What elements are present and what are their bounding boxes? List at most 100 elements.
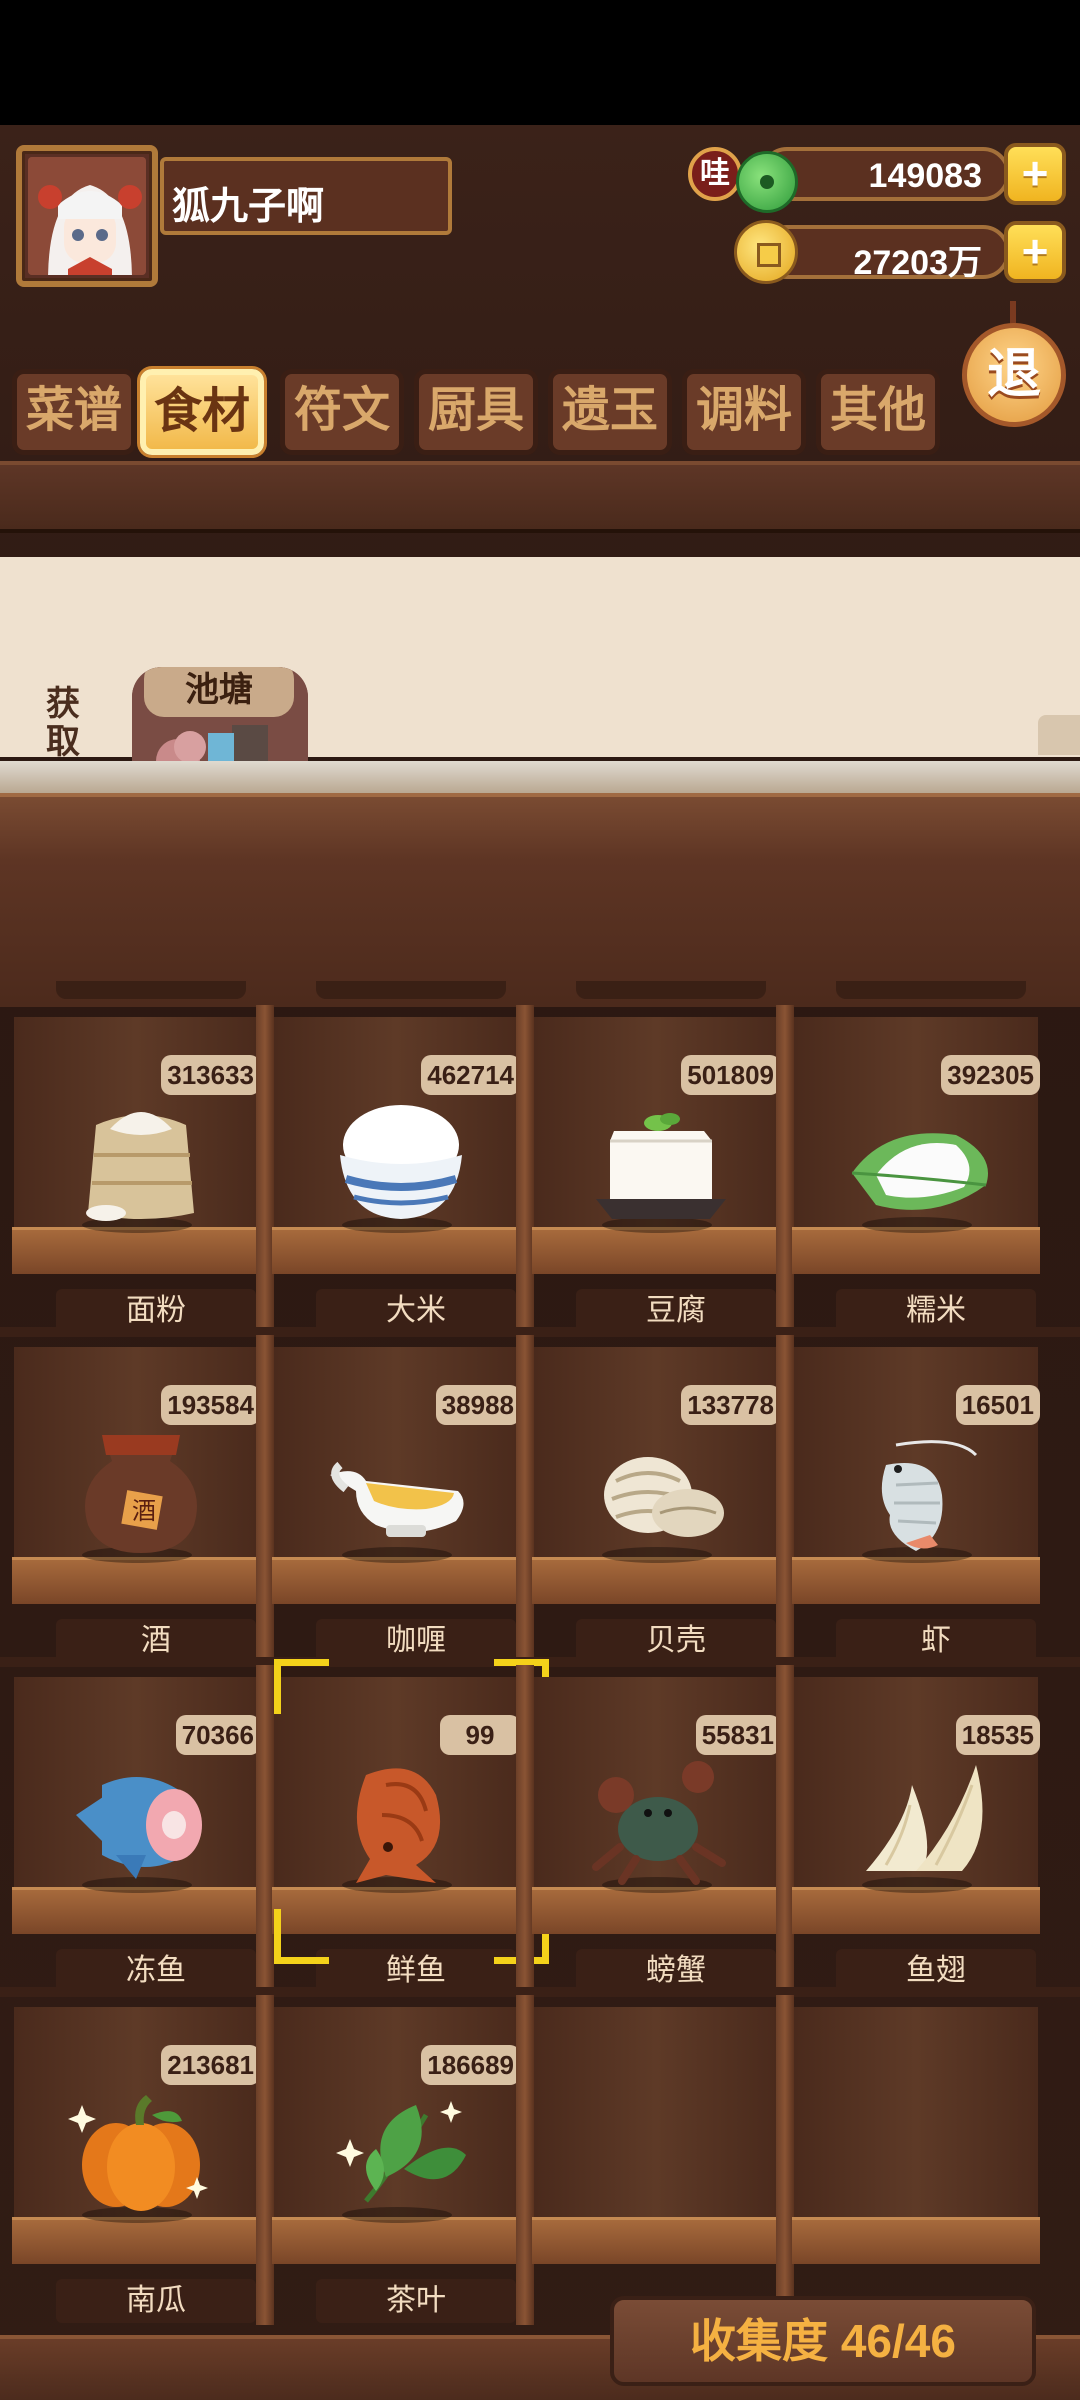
gold-amount: 27203万	[853, 244, 982, 282]
shelf-post	[256, 1335, 274, 1665]
cell-shelf	[12, 1887, 260, 1934]
cell-shelf	[272, 1227, 520, 1274]
cell-shelf	[532, 1887, 780, 1934]
empty-cell	[776, 1995, 1046, 2325]
item-name: 茶叶	[316, 2279, 516, 2323]
curry-gravy-boat-icon	[330, 1461, 464, 1537]
cell-shelf	[12, 1557, 260, 1604]
rice-bowl-icon	[340, 1105, 462, 1219]
jade-currency-bar: 149083	[760, 147, 1010, 201]
ingredient-cell-frozen-fish[interactable]: 70366 冻鱼	[6, 1665, 266, 1995]
tab-other[interactable]: 其他	[816, 369, 940, 455]
cell-back	[794, 2007, 1038, 2247]
jade-coin-icon	[736, 151, 798, 213]
previous-row-labels	[0, 981, 1080, 1001]
tofu-icon	[596, 1113, 726, 1219]
item-name: 南瓜	[56, 2279, 256, 2323]
scroll-curl-decoration	[1038, 715, 1080, 755]
cell-shelf	[532, 1557, 780, 1604]
cell-shelf	[792, 1557, 1040, 1604]
ingredient-cell-sticky-rice[interactable]: 392305 糯米	[776, 1005, 1046, 1335]
ingredient-cell-shark-fin[interactable]: 18535 鱼翅	[776, 1665, 1046, 1995]
svg-text:酒: 酒	[132, 1497, 156, 1525]
wine-jar-icon: 酒	[85, 1435, 197, 1553]
shelf-band	[0, 761, 1080, 795]
item-count: 501809	[681, 1055, 780, 1095]
cell-shelf	[272, 2217, 520, 2264]
cell-shelf	[792, 1227, 1040, 1274]
top-shelf-board	[0, 461, 1080, 533]
shelf-post	[516, 1995, 534, 2325]
crab-icon	[592, 1761, 726, 1885]
shelf-post	[776, 1995, 794, 2325]
source-card-title: 池塘	[144, 667, 294, 717]
item-count: 462714	[421, 1055, 520, 1095]
shelf-post	[776, 1335, 794, 1665]
ghost-label	[836, 981, 1026, 999]
ingredient-cell-fresh-fish[interactable]: 99 鲜鱼	[256, 1659, 549, 1995]
shark-fin-icon	[866, 1765, 983, 1871]
empty-cell	[516, 1995, 786, 2325]
shelf-post	[256, 1665, 274, 1995]
avatar-character-icon	[28, 157, 146, 275]
tab-seasoning[interactable]: 调料	[682, 369, 806, 455]
pumpkin-icon	[68, 2095, 208, 2211]
item-count: 193584	[161, 1385, 260, 1425]
status-bar	[0, 0, 1080, 125]
item-count: 70366	[175, 1715, 260, 1755]
tea-leaf-icon	[336, 2101, 466, 2203]
shelf-post	[776, 1005, 794, 1335]
item-count: 313633	[161, 1055, 260, 1095]
shelf-post	[516, 1005, 534, 1335]
item-count: 18535	[955, 1715, 1040, 1755]
ingredient-cell-tea-leaf[interactable]: 186689 茶叶	[256, 1995, 526, 2325]
shell-icon	[604, 1457, 724, 1537]
ingredient-cell-wine[interactable]: 酒 193584 酒	[6, 1335, 266, 1665]
cell-shelf	[792, 1887, 1040, 1934]
gold-coin-icon	[734, 220, 798, 284]
cell-shelf	[532, 1227, 780, 1274]
shelf-post	[516, 1665, 534, 1995]
jade-amount: 149083	[868, 157, 982, 195]
cell-shelf	[272, 1557, 520, 1604]
ingredient-cell-crab[interactable]: 55831 螃蟹	[516, 1665, 786, 1995]
tab-recipes[interactable]: 菜谱	[12, 369, 136, 455]
ingredient-grid: 313633 面粉 462714 大米 501809 豆腐 392305 糯米 …	[0, 1005, 1080, 2335]
source-panel: 获取途径 池塘 池塘	[0, 557, 1080, 843]
player-name: 狐九子啊	[172, 186, 325, 228]
ingredient-cell-shell[interactable]: 133778 贝壳	[516, 1335, 786, 1665]
app-root: 狐九子啊 149083 哇 + 27203万 + 退 菜谱 食材 符文 厨具 遗…	[0, 125, 1080, 2400]
item-count: 38988	[435, 1385, 520, 1425]
item-count: 133778	[681, 1385, 780, 1425]
item-count: 55831	[695, 1715, 780, 1755]
cell-back	[534, 2007, 778, 2247]
ghost-label	[576, 981, 766, 999]
item-count: 186689	[421, 2045, 520, 2085]
jade-badge: 哇	[688, 147, 742, 201]
item-count: 99	[440, 1715, 520, 1755]
add-jade-button[interactable]: +	[1004, 143, 1066, 205]
flour-sack-icon	[86, 1112, 194, 1221]
cell-shelf	[532, 2217, 780, 2264]
shelf-post	[256, 1995, 274, 2325]
shelf-post	[256, 1005, 274, 1335]
add-gold-button[interactable]: +	[1004, 221, 1066, 283]
ghost-label	[56, 981, 246, 999]
ingredient-cell-flour[interactable]: 313633 面粉	[6, 1005, 266, 1335]
exit-button[interactable]: 退	[962, 323, 1066, 427]
selection-corner	[274, 1909, 329, 1964]
tab-cookware[interactable]: 厨具	[414, 369, 538, 455]
ingredient-cell-shrimp[interactable]: 16501 虾	[776, 1335, 1046, 1665]
tab-relic-jade[interactable]: 遗玉	[548, 369, 672, 455]
cell-shelf	[12, 2217, 260, 2264]
ingredient-cell-tofu[interactable]: 501809 豆腐	[516, 1005, 786, 1335]
ingredient-cell-rice[interactable]: 462714 大米	[256, 1005, 526, 1335]
ingredient-cell-curry[interactable]: 38988 咖喱	[256, 1335, 526, 1665]
cell-shelf	[792, 2217, 1040, 2264]
shelf-post	[776, 1665, 794, 1995]
player-avatar[interactable]	[16, 145, 158, 287]
tab-runes[interactable]: 符文	[280, 369, 404, 455]
ingredient-cell-pumpkin[interactable]: 213681 南瓜	[6, 1995, 266, 2325]
tab-ingredients[interactable]: 食材	[140, 369, 264, 455]
sticky-rice-leaf-icon	[851, 1133, 988, 1210]
